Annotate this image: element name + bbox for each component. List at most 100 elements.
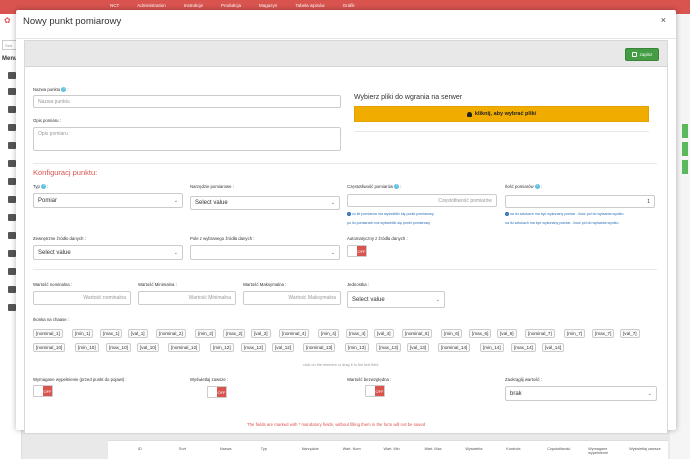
placeholder-chip[interactable]: [nominal_14]	[438, 343, 471, 352]
nav-item[interactable]: Produkcja	[221, 3, 241, 8]
placeholder-chip[interactable]: [nominal_1]	[33, 329, 63, 338]
freq-label: Częstotliwość pomiarów? :	[347, 184, 402, 190]
placeholder-chip[interactable]: [nominal_13]	[303, 343, 336, 352]
placeholder-chip[interactable]: [val_4]	[374, 329, 394, 338]
tool-select[interactable]: Select value ⌄	[190, 196, 340, 210]
placeholder-chip[interactable]: [val_14]	[542, 343, 565, 352]
desc-textarea[interactable]: Opis pomiaru	[33, 127, 341, 151]
close-icon[interactable]: ×	[661, 15, 666, 25]
table-header-cell[interactable]: Typ	[261, 441, 300, 459]
placeholder-chip[interactable]: [max_12]	[241, 343, 266, 352]
placeholder-chip[interactable]: [nominal_7]	[525, 329, 555, 338]
help-icon[interactable]: ?	[40, 184, 46, 190]
sidebar-menu-icon[interactable]	[8, 286, 16, 293]
nav-item[interactable]: Administration	[137, 3, 166, 8]
ext-source-select[interactable]: Select value ⌄	[33, 245, 183, 260]
placeholder-chip[interactable]: [val_10]	[137, 343, 160, 352]
choose-files-button[interactable]: kliknij, aby wybrać pliki	[354, 106, 649, 122]
table-header-cell[interactable]: Kontrola	[506, 441, 545, 459]
always-toggle[interactable]: OFF	[207, 386, 227, 398]
nav-item[interactable]: Tabela wpisów	[295, 3, 324, 8]
source-field-select[interactable]: ⌄	[190, 245, 340, 260]
placeholder-chip[interactable]: [min_7]	[564, 329, 586, 338]
table-header-cell[interactable]: Wart. Max	[424, 441, 463, 459]
placeholder-chip[interactable]: [min_14]	[480, 343, 504, 352]
required-toggle[interactable]: OFF	[33, 385, 53, 397]
name-input[interactable]: Nazwa punktu	[33, 95, 341, 108]
always-label: Wyświetlaj zawsze :	[190, 377, 229, 382]
nav-item[interactable]: NCT	[110, 3, 119, 8]
placeholder-chip[interactable]: [min_1]	[72, 329, 94, 338]
placeholder-chip[interactable]: [min_6]	[441, 329, 463, 338]
save-button[interactable]: zapisz	[625, 48, 659, 61]
placeholder-chip[interactable]: [nominal_12]	[168, 343, 201, 352]
placeholder-chip[interactable]: [max_13]	[376, 343, 401, 352]
nav-item[interactable]: Magazyn	[259, 3, 277, 8]
table-header-cell[interactable]: Wart. Nom	[343, 441, 382, 459]
sidebar-menu-icon[interactable]	[8, 160, 16, 167]
sidebar-menu-icon[interactable]	[8, 268, 16, 275]
divider	[354, 131, 649, 132]
placeholder-chip[interactable]: [nominal_10]	[33, 343, 66, 352]
freq-input[interactable]: Częstotliwość pomiarów	[347, 194, 497, 207]
placeholder-chip[interactable]: [max_2]	[223, 329, 246, 338]
placeholder-chip[interactable]: [min_13]	[345, 343, 369, 352]
sidebar-menu-icon[interactable]	[8, 214, 16, 221]
placeholder-chip[interactable]: [max_6]	[469, 329, 492, 338]
table-header-cell[interactable]: Wyświetla	[465, 441, 504, 459]
placeholder-chip[interactable]: [val_6]	[497, 329, 517, 338]
placeholder-chip[interactable]: [nominal_4]	[279, 329, 309, 338]
placeholder-chip[interactable]: [val_12]	[272, 343, 295, 352]
table-header-cell[interactable]: Narzędzie	[302, 441, 341, 459]
placeholder-chip[interactable]: [nominal_6]	[402, 329, 432, 338]
placeholder-chip[interactable]: [val_13]	[407, 343, 430, 352]
table-header-cell[interactable]: Częstotliwość	[547, 441, 586, 459]
sidebar-menu-icon[interactable]	[8, 106, 16, 113]
sidebar-menu-icon[interactable]	[8, 232, 16, 239]
floppy-icon	[631, 52, 637, 57]
sidebar-menu-icon[interactable]	[8, 304, 16, 311]
placeholder-chip[interactable]: [val_7]	[620, 329, 640, 338]
placeholder-chip[interactable]: [min_10]	[75, 343, 99, 352]
freq-hint: i co ile pomiarów ma wyświetlić się punkt…	[347, 212, 434, 217]
type-select[interactable]: Pomiar ⌄	[33, 193, 183, 208]
max-input[interactable]: Wartość Maksymalna	[243, 291, 341, 305]
placeholder-chip[interactable]: [max_1]	[100, 329, 123, 338]
placeholder-chip[interactable]: [val_1]	[128, 329, 148, 338]
placeholder-chip[interactable]: [nominal_2]	[156, 329, 186, 338]
nav-item[interactable]: Grafik	[343, 3, 355, 8]
placeholder-chip[interactable]: [min_4]	[318, 329, 340, 338]
placeholder-chip[interactable]: [min_2]	[195, 329, 217, 338]
unit-select[interactable]: Select value ⌄	[347, 291, 445, 308]
sidebar-menu-icon[interactable]	[8, 178, 16, 185]
freq-hint: po ilu pomiarach ma wyświetlić się punkt…	[347, 221, 431, 225]
placeholder-chip[interactable]: [max_14]	[511, 343, 536, 352]
table-header-cell[interactable]: Wyświetlaj zawsze	[629, 441, 668, 459]
count-input[interactable]: 1	[505, 195, 655, 208]
placeholder-chip[interactable]: [max_7]	[592, 329, 615, 338]
min-input[interactable]: Wartość Minimalna	[138, 291, 236, 305]
placeholder-chip[interactable]: [max_10]	[106, 343, 131, 352]
sidebar-menu-icon[interactable]	[8, 142, 16, 149]
auto-toggle[interactable]: OFF	[347, 245, 367, 257]
sidebar-menu-icon[interactable]	[8, 250, 16, 257]
placeholder-chip[interactable]: [max_4]	[346, 329, 369, 338]
sidebar-menu-icon[interactable]	[8, 196, 16, 203]
placeholder-chip[interactable]: [val_2]	[251, 329, 271, 338]
help-icon[interactable]: ?	[61, 87, 67, 93]
table-header-cell[interactable]: Wart. Min	[384, 441, 423, 459]
table-header-cell[interactable]: ID	[138, 441, 177, 459]
sidebar-menu-icon[interactable]	[8, 72, 16, 79]
table-header-cell[interactable]: Nazwa	[220, 441, 259, 459]
nominal-input[interactable]: Wartość nominalna	[33, 291, 131, 305]
help-icon[interactable]: ?	[534, 184, 540, 190]
sidebar-menu-icon[interactable]	[8, 124, 16, 131]
table-header-cell[interactable]: Wymagane wypełnienie	[588, 441, 627, 459]
sidebar-menu-icon[interactable]	[8, 88, 16, 95]
nav-item[interactable]: Instrukcje	[184, 3, 203, 8]
placeholder-chip[interactable]: [min_12]	[210, 343, 234, 352]
help-icon[interactable]: ?	[394, 184, 400, 190]
table-header-cell[interactable]: Sort	[179, 441, 218, 459]
absolute-toggle[interactable]: OFF	[365, 385, 385, 397]
round-select[interactable]: brak ⌄	[505, 386, 657, 401]
